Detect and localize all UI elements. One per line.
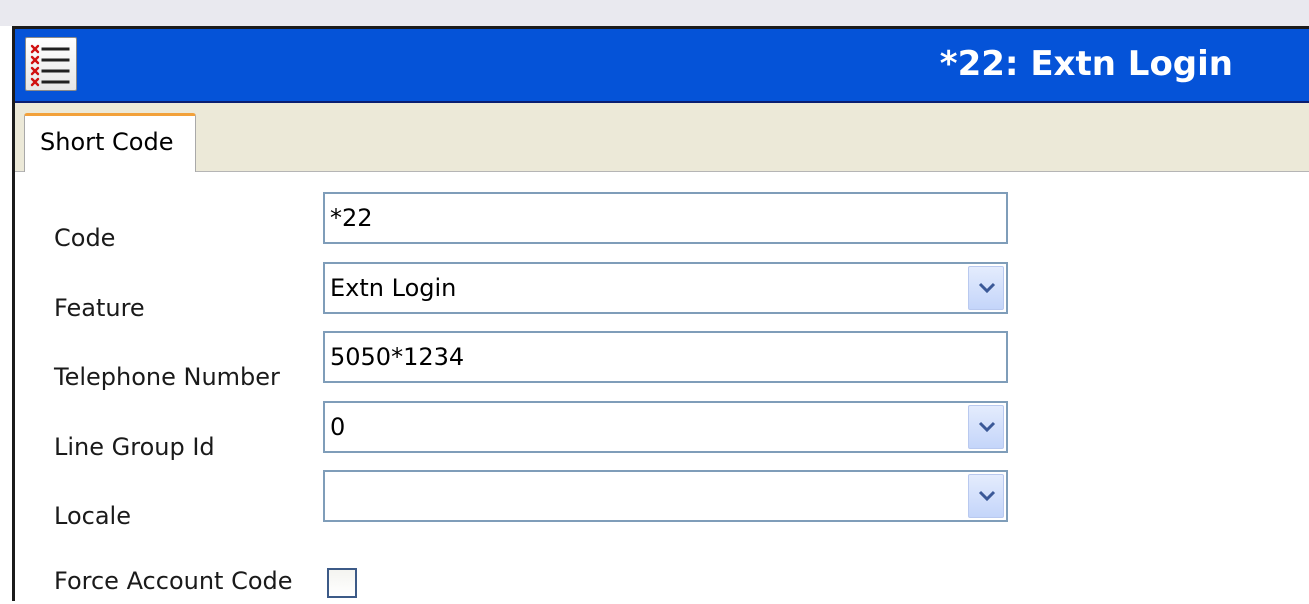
- force-account-code-checkbox[interactable]: [327, 568, 357, 598]
- locale-label: Locale: [54, 502, 131, 530]
- tab-short-code[interactable]: Short Code: [24, 113, 196, 172]
- tab-bar: Short Code: [15, 103, 1309, 172]
- feature-select[interactable]: Extn Login: [323, 262, 1008, 314]
- line-group-id-value: 0: [330, 413, 346, 441]
- short-code-form: Code *22 Feature Extn Login Telephone Nu…: [15, 172, 1309, 604]
- tab-label: Short Code: [40, 128, 174, 156]
- feature-label: Feature: [54, 294, 145, 322]
- title-bar: *22: Extn Login: [15, 29, 1309, 103]
- line-group-id-label: Line Group Id: [54, 433, 215, 461]
- code-label: Code: [54, 224, 116, 252]
- top-strip: [0, 0, 1309, 26]
- chevron-down-icon: [978, 282, 996, 294]
- window-title: *22: Extn Login: [939, 44, 1233, 84]
- shortcode-list-icon[interactable]: [25, 37, 77, 91]
- code-input[interactable]: *22: [323, 192, 1008, 244]
- locale-dropdown-button[interactable]: [968, 474, 1004, 518]
- line-group-id-dropdown-button[interactable]: [968, 405, 1004, 449]
- feature-value: Extn Login: [330, 274, 457, 302]
- telephone-number-label: Telephone Number: [54, 363, 280, 391]
- force-account-code-label: Force Account Code: [54, 567, 293, 595]
- telephone-number-value: 5050*1234: [330, 343, 465, 371]
- chevron-down-icon: [978, 421, 996, 433]
- code-value: *22: [330, 204, 373, 232]
- feature-dropdown-button[interactable]: [968, 266, 1004, 310]
- telephone-number-input[interactable]: 5050*1234: [323, 331, 1008, 383]
- shortcode-window: *22: Extn Login Short Code Code *22 Feat…: [12, 26, 1309, 604]
- chevron-down-icon: [978, 490, 996, 502]
- locale-select[interactable]: [323, 470, 1008, 522]
- line-group-id-select[interactable]: 0: [323, 401, 1008, 453]
